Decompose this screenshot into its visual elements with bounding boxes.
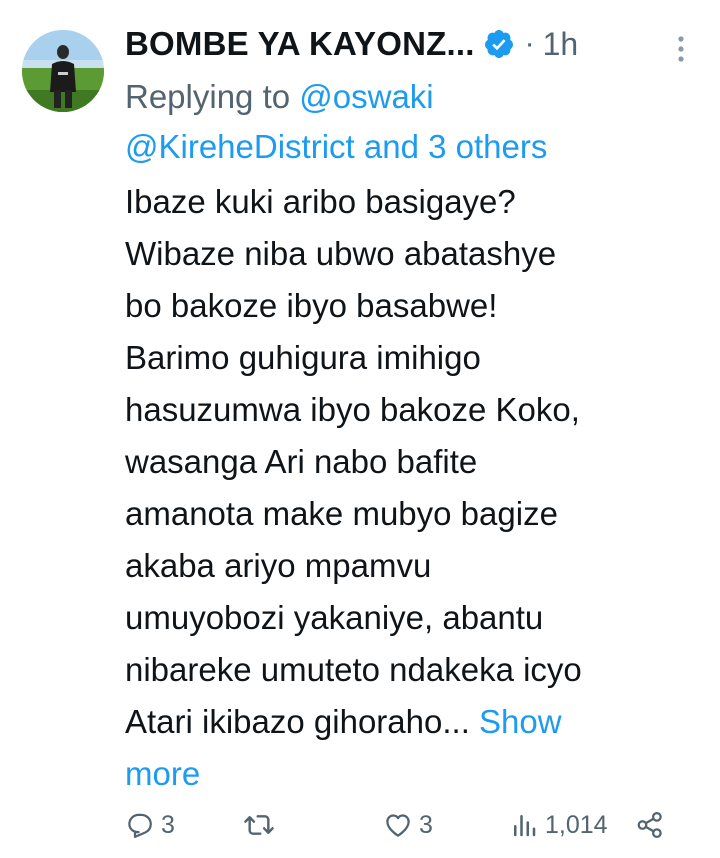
- tweet-actions: 3 3 1,014: [125, 800, 705, 850]
- tweet-text-tail: Atari ikibazo gihoraho...: [125, 703, 480, 740]
- like-count: 3: [419, 810, 433, 839]
- share-button[interactable]: [635, 800, 665, 850]
- tweet-text-line: umuyobozi yakaniye, abantu: [125, 599, 544, 636]
- reply-count: 3: [161, 810, 175, 839]
- tweet-text-line: Wibaze niba ubwo abatashye: [125, 235, 557, 272]
- views-button[interactable]: 1,014: [509, 800, 608, 850]
- tweet-text-line: Ibaze kuki aribo basigaye?: [125, 183, 516, 220]
- tweet-text-line: Barimo guhigura imihigo: [125, 339, 481, 376]
- reply-button[interactable]: 3: [125, 800, 175, 850]
- retweet-icon: [244, 815, 274, 835]
- like-button[interactable]: 3: [383, 800, 433, 850]
- tweet-text-line: amanota make mubyo bagize: [125, 495, 558, 532]
- share-icon: [637, 812, 662, 838]
- tweet-text-line-last: Atari ikibazo gihoraho... Show: [125, 696, 705, 748]
- separator-dot: ·: [524, 27, 535, 60]
- show-more-link-continued[interactable]: more: [125, 748, 705, 800]
- tweet[interactable]: BOMBE YA KAYONZ... · 1h Replying to @osw…: [0, 0, 720, 858]
- mention-link[interactable]: @oswaki: [299, 78, 433, 115]
- tweet-time[interactable]: 1h: [543, 26, 579, 63]
- author-name[interactable]: BOMBE YA KAYONZ...: [125, 25, 475, 63]
- replying-conjunction: and: [354, 128, 429, 165]
- views-chart-icon: [514, 815, 536, 837]
- mention-link[interactable]: @KireheDistrict: [125, 128, 355, 165]
- replying-to: Replying to @oswaki @KireheDistrict and …: [125, 72, 705, 172]
- others-link[interactable]: 3 others: [428, 128, 547, 165]
- tweet-text-line: wasanga Ari nabo bafite: [125, 443, 478, 480]
- retweet-button[interactable]: [243, 800, 281, 850]
- heart-icon: [386, 814, 410, 837]
- reply-icon: [128, 813, 152, 838]
- tweet-header: BOMBE YA KAYONZ... · 1h: [125, 22, 705, 66]
- tweet-text-line: bo bakoze ibyo basabwe!: [125, 287, 498, 324]
- replying-to-prefix: Replying to: [125, 78, 300, 115]
- tweet-text: Ibaze kuki aribo basigaye? Wibaze niba u…: [125, 176, 705, 800]
- tweet-text-line: hasuzumwa ibyo bakoze Koko,: [125, 391, 580, 428]
- more-vertical-icon[interactable]: [669, 34, 693, 64]
- tweet-text-line: nibareke umuteto ndakeka icyo: [125, 651, 582, 688]
- avatar-photo: [22, 30, 104, 112]
- show-more-link[interactable]: Show: [479, 703, 562, 740]
- verified-badge-icon: [483, 28, 515, 60]
- tweet-text-line: akaba ariyo mpamvu: [125, 547, 432, 584]
- views-count: 1,014: [545, 810, 608, 839]
- avatar[interactable]: [22, 30, 104, 112]
